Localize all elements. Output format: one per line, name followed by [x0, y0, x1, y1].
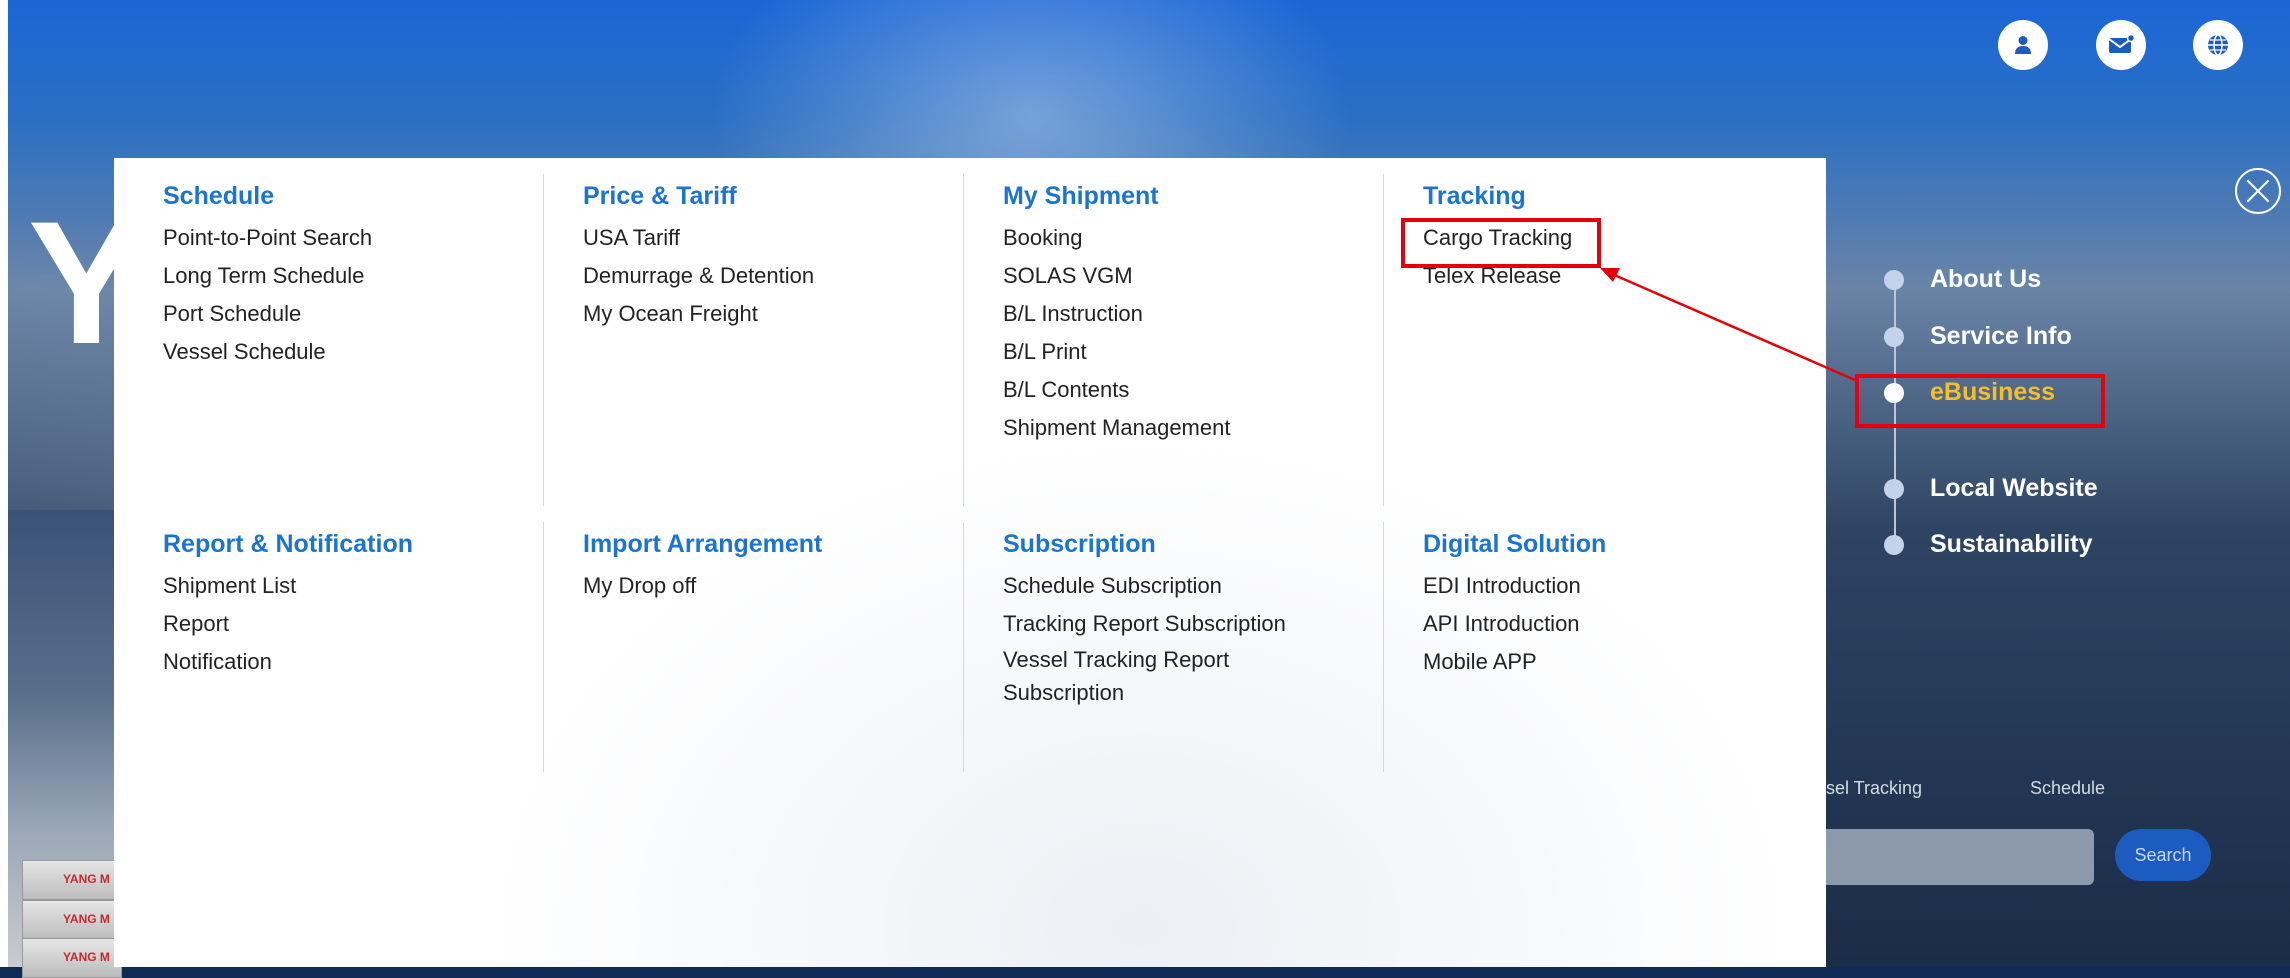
- section-title[interactable]: Price & Tariff: [583, 182, 814, 211]
- menu-item-mobile-app[interactable]: Mobile APP: [1423, 643, 1606, 681]
- menu-item-bl-contents[interactable]: B/L Contents: [1003, 371, 1230, 409]
- menu-item-notification[interactable]: Notification: [163, 643, 413, 681]
- menu-item-usa-tariff[interactable]: USA Tariff: [583, 219, 814, 257]
- menu-item-shipment-management[interactable]: Shipment Management: [1003, 409, 1230, 447]
- menu-section-subscription: Subscription Schedule Subscription Track…: [1003, 530, 1303, 709]
- highlight-box-cargo-tracking: [1401, 218, 1601, 268]
- menu-item-long-term-schedule[interactable]: Long Term Schedule: [163, 257, 372, 295]
- menu-section-digital-solution: Digital Solution EDI Introduction API In…: [1423, 530, 1606, 681]
- side-nav-item-about-us[interactable]: About Us: [1884, 265, 2041, 294]
- side-nav-item-sustainability[interactable]: Sustainability: [1884, 530, 2093, 559]
- menu-item-booking[interactable]: Booking: [1003, 219, 1230, 257]
- nav-dot: [1884, 326, 1904, 347]
- section-title[interactable]: Schedule: [163, 182, 372, 211]
- side-nav-label: Local Website: [1930, 474, 2098, 502]
- menu-item-api-introduction[interactable]: API Introduction: [1423, 605, 1606, 643]
- menu-item-solas-vgm[interactable]: SOLAS VGM: [1003, 257, 1230, 295]
- mail-icon[interactable]: [2096, 20, 2146, 70]
- side-nav-item-local-website[interactable]: Local Website: [1884, 474, 2098, 503]
- menu-item-bl-instruction[interactable]: B/L Instruction: [1003, 295, 1230, 333]
- close-icon[interactable]: [2235, 168, 2281, 214]
- column-divider: [1383, 522, 1384, 772]
- tab-vessel-tracking[interactable]: sel Tracking: [1826, 778, 1922, 799]
- nav-dot: [1884, 534, 1904, 555]
- menu-item-my-ocean-freight[interactable]: My Ocean Freight: [583, 295, 814, 333]
- column-divider: [543, 522, 544, 772]
- menu-section-my-shipment: My Shipment Booking SOLAS VGM B/L Instru…: [1003, 182, 1230, 447]
- menu-section-schedule: Schedule Point-to-Point Search Long Term…: [163, 182, 372, 371]
- nav-dot: [1884, 478, 1904, 499]
- menu-section-import-arrangement: Import Arrangement My Drop off: [583, 530, 822, 605]
- menu-item-tracking-report-subscription[interactable]: Tracking Report Subscription: [1003, 605, 1303, 643]
- shipping-container: YANG M: [22, 938, 122, 978]
- menu-item-vessel-tracking-report-subscription[interactable]: Vessel Tracking Report Subscription: [1003, 643, 1303, 709]
- page-edge: [0, 0, 8, 967]
- menu-item-my-drop-off[interactable]: My Drop off: [583, 567, 822, 605]
- column-divider: [543, 174, 544, 506]
- port-photo-strip: YANG M YANG M YANG M: [8, 510, 122, 978]
- highlight-box-ebusiness: [1855, 374, 2105, 428]
- section-title[interactable]: Tracking: [1423, 182, 1572, 211]
- section-title[interactable]: Report & Notification: [163, 530, 413, 559]
- menu-section-report-notification: Report & Notification Shipment List Repo…: [163, 530, 413, 681]
- section-title[interactable]: Import Arrangement: [583, 530, 822, 559]
- side-nav-label: Sustainability: [1930, 530, 2093, 558]
- menu-item-edi-introduction[interactable]: EDI Introduction: [1423, 567, 1606, 605]
- shipping-container: YANG M: [22, 900, 122, 940]
- search-button[interactable]: Search: [2115, 829, 2211, 881]
- search-input[interactable]: [1826, 829, 2094, 885]
- column-divider: [1383, 174, 1384, 506]
- menu-item-shipment-list[interactable]: Shipment List: [163, 567, 413, 605]
- menu-item-vessel-schedule[interactable]: Vessel Schedule: [163, 333, 372, 371]
- menu-item-schedule-subscription[interactable]: Schedule Subscription: [1003, 567, 1303, 605]
- user-icon[interactable]: [1998, 20, 2048, 70]
- menu-item-point-to-point-search[interactable]: Point-to-Point Search: [163, 219, 372, 257]
- side-nav-label: Service Info: [1930, 322, 2072, 350]
- side-nav-item-service-info[interactable]: Service Info: [1884, 322, 2072, 351]
- menu-item-bl-print[interactable]: B/L Print: [1003, 333, 1230, 371]
- section-title[interactable]: Digital Solution: [1423, 530, 1606, 559]
- section-title[interactable]: Subscription: [1003, 530, 1303, 559]
- menu-item-report[interactable]: Report: [163, 605, 413, 643]
- menu-section-price-tariff: Price & Tariff USA Tariff Demurrage & De…: [583, 182, 814, 333]
- nav-dot: [1884, 269, 1904, 290]
- shipping-container: YANG M: [22, 860, 122, 900]
- section-title[interactable]: My Shipment: [1003, 182, 1230, 211]
- ebusiness-mega-menu: Schedule Point-to-Point Search Long Term…: [114, 158, 1826, 967]
- menu-item-port-schedule[interactable]: Port Schedule: [163, 295, 372, 333]
- column-divider: [963, 522, 964, 772]
- side-nav-label: About Us: [1930, 265, 2042, 293]
- menu-item-demurrage-detention[interactable]: Demurrage & Detention: [583, 257, 814, 295]
- tab-schedule[interactable]: Schedule: [2030, 778, 2105, 799]
- column-divider: [963, 174, 964, 506]
- globe-icon[interactable]: [2193, 20, 2243, 70]
